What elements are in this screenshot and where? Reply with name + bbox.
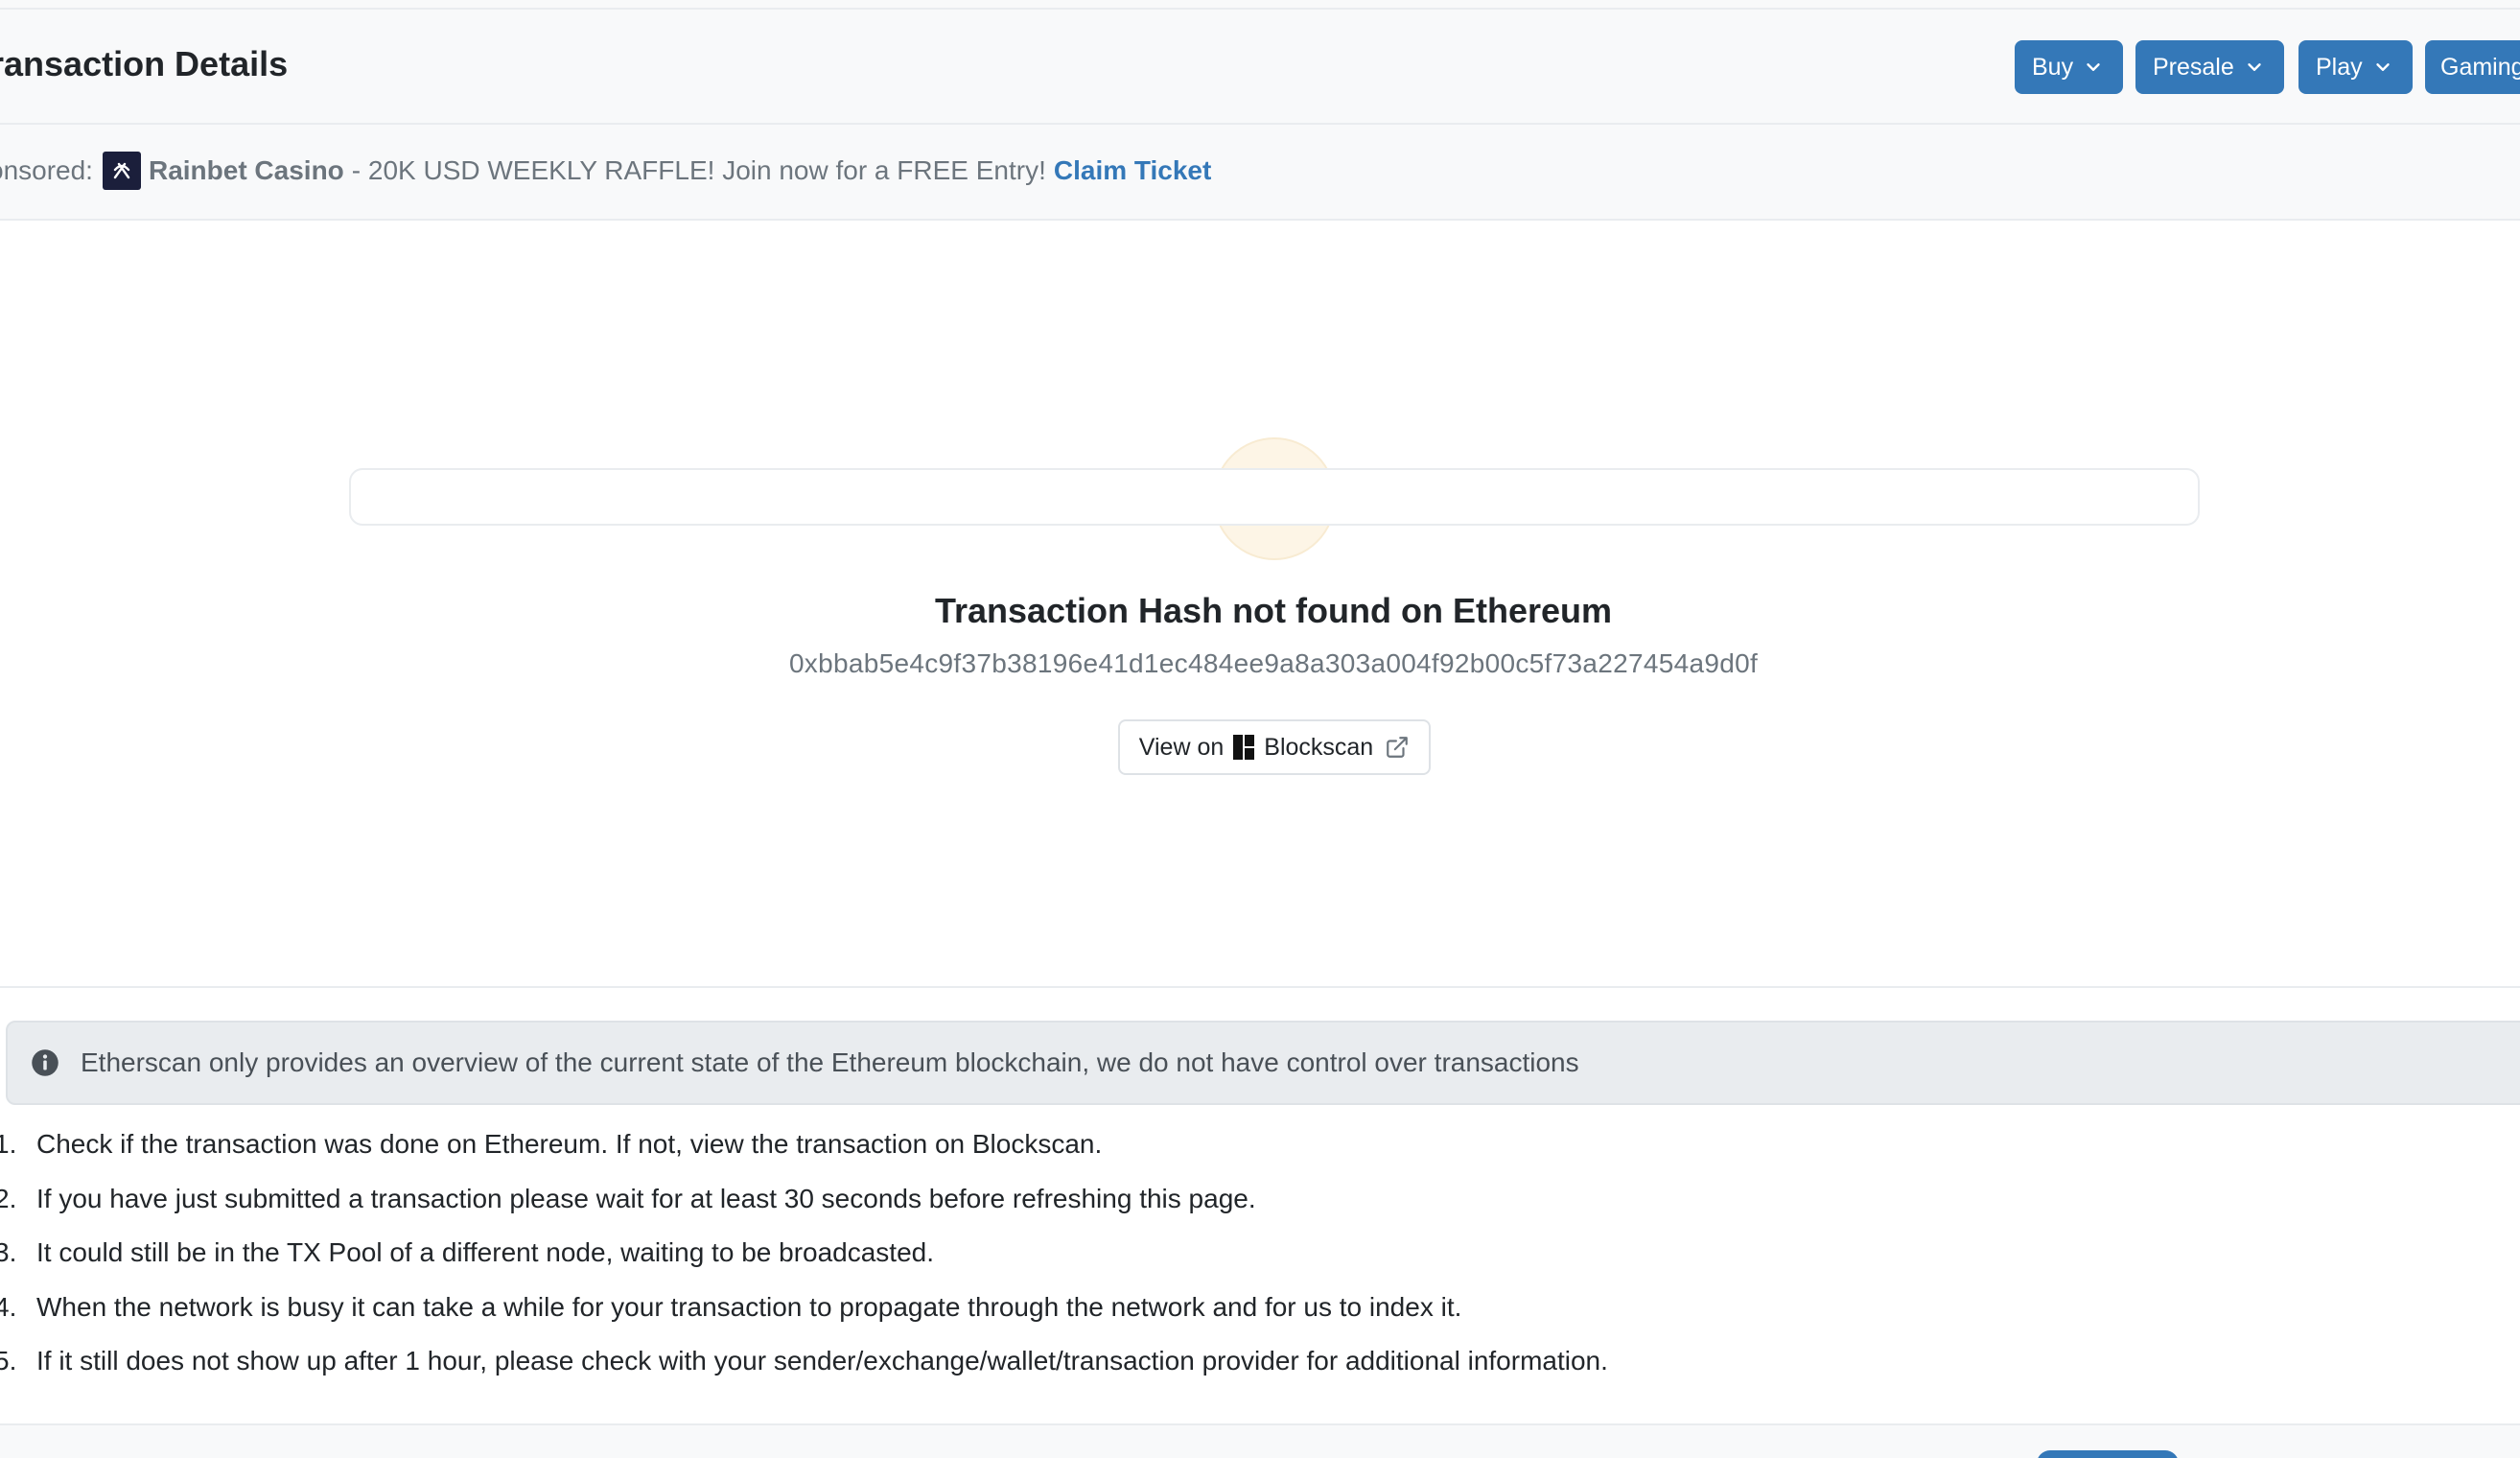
step-text: When the network is busy it can take a w…	[36, 1291, 1462, 1322]
transaction-hash: 0xbbab5e4c9f37b38196e41d1ec484ee9a8a303a…	[788, 648, 1759, 678]
next-card-edge	[349, 468, 2200, 526]
presale-menu-label: Presale	[2153, 53, 2234, 81]
chevron-down-icon	[2248, 63, 2261, 71]
presale-menu-button[interactable]: Presale	[2135, 40, 2284, 94]
buy-menu-button[interactable]: Buy	[2015, 40, 2124, 94]
blockscan-label: Blockscan	[1264, 733, 1374, 761]
sponsored-prefix: onsored:	[0, 155, 93, 185]
page-header: ransaction Details Buy Presale Play Gami…	[0, 10, 2520, 125]
play-menu-label: Play	[2316, 53, 2363, 81]
claim-ticket-link[interactable]: Claim Ticket	[1054, 155, 1211, 186]
help-steps-list: 1. Check if the transaction was done on E…	[0, 1128, 1608, 1399]
step-text: It could still be in the TX Pool of a di…	[36, 1237, 935, 1267]
gaming-menu-label: Gaming	[2440, 53, 2520, 81]
page: ransaction Details Buy Presale Play Gami…	[0, 0, 2520, 1458]
play-menu-button[interactable]: Play	[2298, 40, 2413, 94]
step-number: 4.	[0, 1291, 17, 1322]
step-text: If you have just submitted a transaction…	[36, 1183, 1256, 1213]
gaming-menu-button[interactable]: Gaming	[2425, 40, 2520, 94]
list-item: 3. It could still be in the TX Pool of a …	[0, 1236, 1608, 1291]
step-number: 1.	[0, 1129, 17, 1159]
rainbet-mark-icon	[113, 162, 130, 179]
rainbet-logo-icon[interactable]	[102, 152, 141, 190]
not-found-card: Transaction Hash not found on Ethereum 0…	[0, 221, 2520, 988]
list-item: 5. If it still does not show up after 1 h…	[0, 1345, 1608, 1399]
step-text: If it still does not show up after 1 hou…	[36, 1346, 1608, 1376]
info-alert: Etherscan only provides an overview of t…	[6, 1021, 2520, 1105]
list-item: 1. Check if the transaction was done on E…	[0, 1128, 1608, 1183]
next-card-button[interactable]	[2037, 1450, 2179, 1458]
sponsor-message: - 20K USD WEEKLY RAFFLE! Join now for a …	[351, 155, 1046, 185]
list-item: 2. If you have just submitted a transacti…	[0, 1183, 1608, 1237]
info-alert-text: Etherscan only provides an overview of t…	[81, 1047, 1579, 1077]
page-title: ransaction Details	[0, 44, 289, 83]
external-link-icon	[1387, 737, 1409, 758]
chevron-down-icon	[2375, 63, 2390, 71]
view-on-label: View on	[1138, 733, 1225, 761]
step-number: 5.	[0, 1346, 17, 1376]
list-item: 4. When the network is busy it can take a…	[0, 1291, 1608, 1346]
sponsored-bar: onsored: Rainbet Casino - 20K USD WEEKLY…	[0, 125, 2520, 221]
buy-menu-label: Buy	[2032, 53, 2074, 81]
chevron-down-icon	[2087, 63, 2100, 71]
view-on-blockscan-button[interactable]: View on Blockscan	[1118, 719, 1431, 775]
sponsor-name[interactable]: Rainbet Casino	[149, 155, 344, 186]
top-strip	[0, 0, 2520, 10]
step-number: 2.	[0, 1183, 17, 1213]
step-number: 3.	[0, 1237, 17, 1267]
info-circle-icon	[32, 1049, 58, 1076]
help-section: Etherscan only provides an overview of t…	[0, 988, 2520, 1458]
not-found-title: Transaction Hash not found on Ethereum	[934, 591, 1613, 630]
step-text: Check if the transaction was done on Eth…	[36, 1129, 1103, 1159]
blockscan-logo-icon	[1233, 735, 1255, 760]
